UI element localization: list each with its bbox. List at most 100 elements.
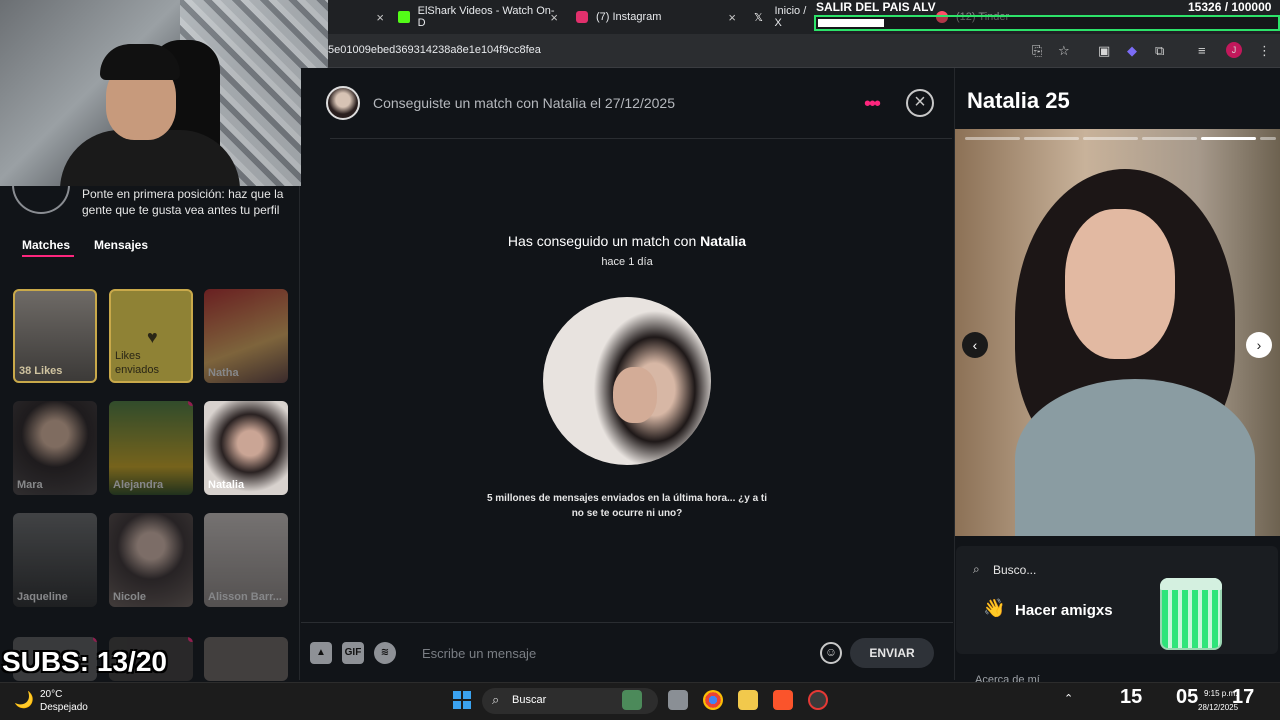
match-time: hace 1 día bbox=[601, 256, 653, 268]
divider bbox=[330, 138, 952, 139]
tab-label: ElShark Videos - Watch On-D bbox=[417, 5, 555, 29]
weather-desc[interactable]: Despejado bbox=[40, 702, 88, 713]
card-label: Nicole bbox=[113, 591, 147, 603]
x-logo-icon: 𝕏 bbox=[754, 11, 763, 24]
tab-messages[interactable]: Mensajes bbox=[94, 238, 148, 252]
more-options-icon[interactable]: ••• bbox=[864, 93, 881, 116]
profile-avatar[interactable]: J bbox=[1226, 42, 1242, 58]
menu-kebab-icon[interactable]: ⋮ bbox=[1258, 43, 1271, 59]
goal-count: 15326 / 100000 bbox=[1188, 0, 1272, 14]
search-icon: ⌕ bbox=[973, 562, 980, 576]
match-card[interactable]: Alejandra bbox=[109, 401, 193, 495]
browser-tab-partial[interactable]: × bbox=[340, 4, 384, 30]
match-card[interactable]: Alisson Barr... bbox=[204, 513, 288, 607]
kick-icon bbox=[398, 11, 410, 23]
likes-card[interactable]: 38 Likes bbox=[13, 289, 97, 383]
new-match-dot bbox=[93, 637, 97, 642]
subs-counter: SUBS: 13/20 bbox=[2, 646, 167, 677]
match-photo[interactable] bbox=[543, 297, 711, 465]
match-card[interactable]: Mara bbox=[13, 401, 97, 495]
heart-icon: ♥ bbox=[147, 327, 158, 347]
new-match-dot bbox=[188, 401, 193, 406]
chrome-icon[interactable] bbox=[703, 690, 723, 710]
taskbar-search-label: Buscar bbox=[512, 694, 547, 706]
match-title: Has conseguido un match con Natalia bbox=[507, 233, 747, 249]
card-label: 38 Likes bbox=[19, 365, 63, 377]
profile-photo[interactable] bbox=[955, 129, 1280, 536]
photo-progress-segment bbox=[1024, 137, 1079, 140]
sticker-icon[interactable]: ▲ bbox=[310, 642, 332, 664]
gif-button[interactable]: GIF bbox=[342, 642, 364, 664]
match-card[interactable]: Jaqueline bbox=[13, 513, 97, 607]
tab-matches[interactable]: Matches bbox=[22, 238, 70, 252]
task-view-icon[interactable] bbox=[668, 690, 688, 710]
photo-progress-segment bbox=[965, 137, 1020, 140]
close-tab-icon[interactable]: × bbox=[376, 10, 384, 25]
divider bbox=[301, 622, 953, 623]
file-explorer-icon[interactable] bbox=[738, 690, 758, 710]
likes-sent-card[interactable]: ♥ Likes enviados bbox=[109, 289, 193, 383]
prev-photo-button[interactable]: ‹ bbox=[962, 332, 988, 358]
card-label: Natha bbox=[208, 367, 239, 379]
match-card[interactable]: Nicole bbox=[109, 513, 193, 607]
media-icon[interactable]: ≡ bbox=[1198, 43, 1206, 58]
card-label: Alisson Barr... bbox=[208, 591, 282, 603]
extension-shield-icon[interactable]: ◆ bbox=[1127, 43, 1137, 59]
webcam-overlay bbox=[0, 0, 328, 186]
weather-temp[interactable]: 20°C bbox=[40, 689, 62, 700]
message-input[interactable]: Escribe un mensaje bbox=[422, 646, 536, 661]
jar-lid bbox=[1160, 578, 1222, 590]
close-tab-icon[interactable]: × bbox=[550, 10, 558, 25]
moon-weather-icon[interactable]: 🌙 bbox=[14, 690, 34, 710]
profile-name: Natalia 25 bbox=[967, 88, 1070, 113]
match-header: Conseguiste un match con Natalia el 27/1… bbox=[373, 95, 675, 111]
extensions-icon[interactable]: ⧉ bbox=[1155, 43, 1164, 59]
browser-tab-x[interactable]: 𝕏 Inicio / X bbox=[754, 4, 812, 30]
goal-progress-fill bbox=[818, 19, 884, 27]
bookmark-star-icon[interactable]: ☆ bbox=[1058, 43, 1070, 59]
photo-progress-segment bbox=[1142, 137, 1197, 140]
card-label: Likes enviados bbox=[115, 350, 160, 376]
emoji-icon[interactable]: ☺ bbox=[820, 642, 842, 664]
card-label: Natalia bbox=[208, 479, 245, 491]
promo-text[interactable]: Ponte en primera posición: haz que la ge… bbox=[82, 186, 292, 218]
browser-tab-instagram[interactable]: (7) Instagram × bbox=[576, 4, 736, 30]
match-card-selected[interactable]: Natalia bbox=[204, 401, 288, 495]
app-icon[interactable] bbox=[808, 690, 828, 710]
windows-start-icon[interactable] bbox=[453, 691, 471, 709]
match-card[interactable]: Natha bbox=[204, 289, 288, 383]
next-photo-button[interactable]: › bbox=[1246, 332, 1272, 358]
waving-hand-icon: 👋 bbox=[983, 598, 1006, 618]
card-label: Alejandra bbox=[113, 479, 164, 491]
match-card[interactable] bbox=[204, 637, 288, 681]
tab-label: (7) Instagram bbox=[596, 11, 662, 23]
match-avatar[interactable] bbox=[326, 86, 360, 120]
hint-text: 5 millones de mensajes enviados en la úl… bbox=[486, 493, 768, 519]
instagram-icon bbox=[576, 11, 588, 23]
browser-tab-kick[interactable]: ElShark Videos - Watch On-D × bbox=[398, 4, 558, 30]
search-highlight-icon[interactable] bbox=[622, 690, 642, 710]
looking-for-label: Busco... bbox=[993, 563, 1037, 577]
url-field[interactable]: 5e01009ebed369314238a8e1e104f9cc8fea bbox=[328, 44, 541, 56]
active-tab-indicator bbox=[22, 255, 74, 257]
close-tab-icon[interactable]: × bbox=[728, 10, 736, 25]
clock-hours: 15 bbox=[1120, 686, 1143, 708]
install-icon[interactable]: ⎘ bbox=[1032, 43, 1042, 59]
photo-progress-segment bbox=[1260, 137, 1276, 140]
search-icon: ⌕ bbox=[492, 692, 500, 707]
card-label: Mara bbox=[17, 479, 43, 491]
tray-chevron-icon[interactable]: ⌃ bbox=[1064, 692, 1073, 705]
clock-minutes: 05 bbox=[1176, 686, 1199, 708]
clock-seconds: 17 bbox=[1232, 686, 1255, 708]
new-match-dot bbox=[188, 637, 193, 642]
spotify-icon[interactable]: ≋ bbox=[374, 642, 396, 664]
tab-label: Inicio / X bbox=[774, 5, 807, 29]
goal-title: SALIR DEL PAIS ALV bbox=[816, 0, 936, 14]
send-button[interactable]: ENVIAR bbox=[850, 638, 934, 668]
brave-icon[interactable] bbox=[773, 690, 793, 710]
close-chat-button[interactable]: × bbox=[906, 89, 934, 117]
photo-progress-segment bbox=[1083, 137, 1138, 140]
card-label: Jaqueline bbox=[17, 591, 68, 603]
photo-progress-segment-active bbox=[1201, 137, 1256, 140]
screenshot-icon[interactable]: ▣ bbox=[1098, 43, 1110, 59]
